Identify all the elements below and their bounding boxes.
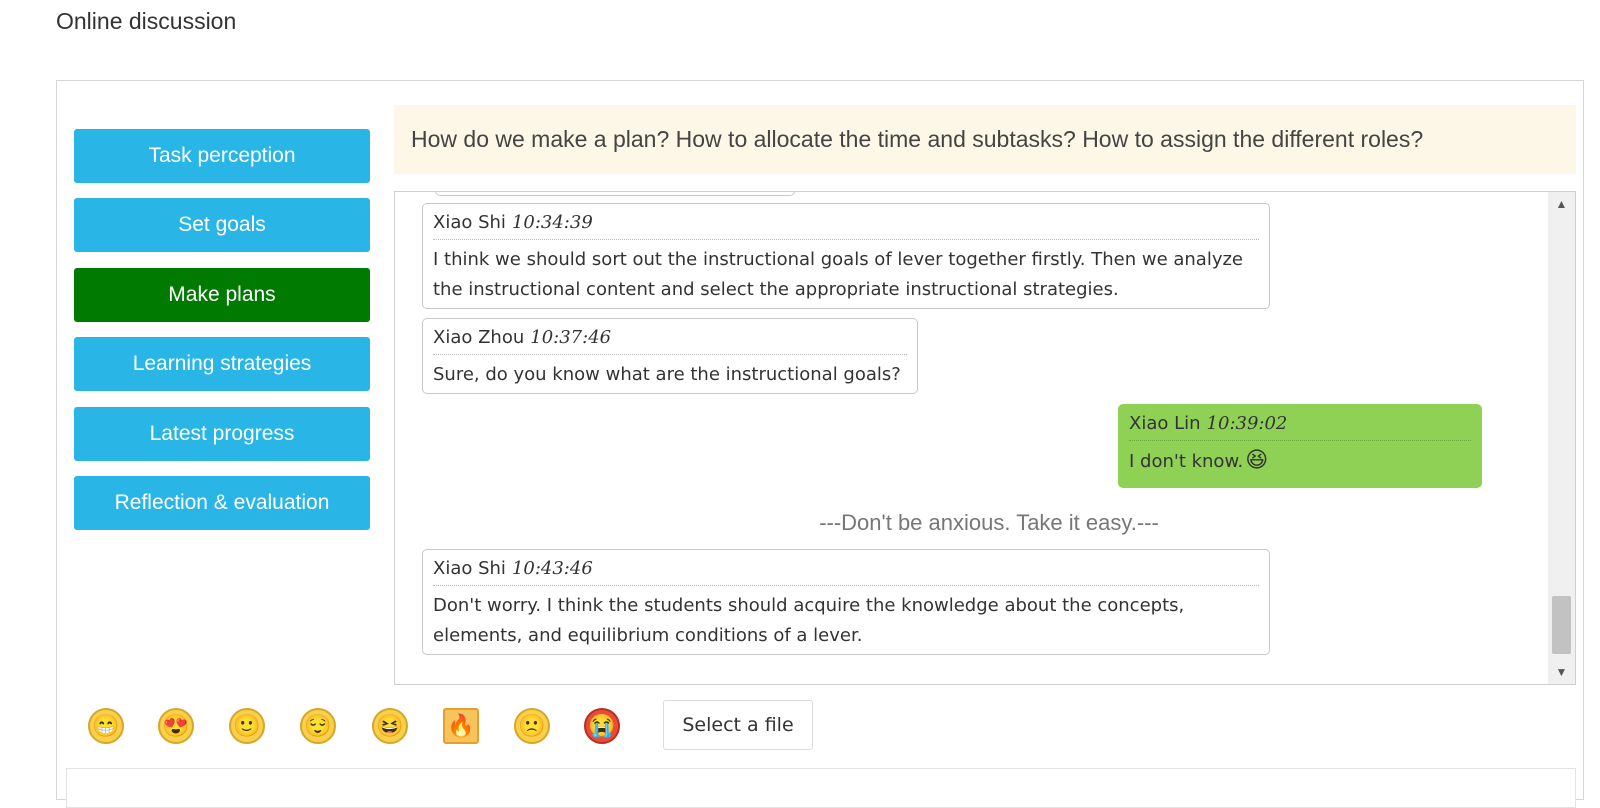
message-author: Xiao Zhou: [433, 327, 525, 348]
question-text: How do we make a plan? How to allocate t…: [411, 126, 1424, 152]
message-header: Xiao Zhou 10:37:46: [433, 327, 907, 355]
sad-face-icon[interactable]: 🙁: [514, 708, 550, 744]
nav-reflection-evaluation-button[interactable]: Reflection & evaluation: [74, 476, 370, 530]
nav-learning-strategies-button[interactable]: Learning strategies: [74, 337, 370, 391]
chat-scrollbar[interactable]: ▲ ▼: [1548, 192, 1575, 684]
scroll-up-icon[interactable]: ▲: [1548, 192, 1575, 216]
message-text-row: I don't know.😆: [1129, 446, 1471, 477]
smiling-face-icon[interactable]: 🙂: [229, 708, 265, 744]
chat-message-partial: [435, 192, 795, 196]
message-header: Xiao Shi 10:34:39: [433, 212, 1259, 240]
message-text: Don't worry. I think the students should…: [433, 595, 1185, 646]
discussion-question: How do we make a plan? How to allocate t…: [394, 105, 1576, 174]
message-author: Xiao Lin: [1129, 413, 1201, 434]
heart-eyes-face-icon[interactable]: 😍: [158, 708, 194, 744]
message-author: Xiao Shi: [433, 212, 506, 233]
page-title: Online discussion: [56, 8, 237, 34]
relieved-face-icon[interactable]: 😌: [300, 708, 336, 744]
chat-message: Xiao Zhou 10:37:46 Sure, do you know what…: [422, 318, 918, 394]
scroll-down-icon[interactable]: ▼: [1548, 660, 1575, 684]
laughing-face-icon[interactable]: 😆: [372, 708, 408, 744]
select-file-button[interactable]: Select a file: [663, 700, 813, 750]
nav-task-perception-button[interactable]: Task perception: [74, 129, 370, 183]
message-author: Xiao Shi: [433, 558, 506, 579]
message-time: 10:39:02: [1206, 413, 1288, 434]
chat-area[interactable]: Xiao Shi 10:34:39 I think we should sort …: [394, 191, 1576, 685]
message-header: Xiao Lin 10:39:02: [1129, 413, 1471, 441]
message-time: 10:34:39: [511, 212, 593, 233]
crying-face-icon[interactable]: 😭: [584, 708, 620, 744]
message-time: 10:43:46: [511, 558, 593, 579]
message-input[interactable]: [66, 768, 1576, 808]
message-text: I don't know.: [1129, 451, 1244, 472]
message-time: 10:37:46: [530, 327, 612, 348]
message-header: Xiao Shi 10:43:46: [433, 558, 1259, 586]
laughing-face-icon: 😆: [1245, 448, 1269, 473]
angry-fire-icon[interactable]: 🔥: [443, 708, 479, 744]
message-text: I think we should sort out the instructi…: [433, 249, 1244, 300]
grinning-face-icon[interactable]: 😁: [88, 708, 124, 744]
message-text: Sure, do you know what are the instructi…: [433, 364, 901, 385]
chat-message-own: Xiao Lin 10:39:02 I don't know.😆: [1118, 404, 1482, 488]
nav-set-goals-button[interactable]: Set goals: [74, 198, 370, 252]
nav-make-plans-button[interactable]: Make plans: [74, 268, 370, 322]
nav-latest-progress-button[interactable]: Latest progress: [74, 407, 370, 461]
system-note: ---Don't be anxious. Take it easy.---: [819, 510, 1159, 535]
scroll-thumb[interactable]: [1552, 596, 1571, 654]
chat-message: Xiao Shi 10:34:39 I think we should sort …: [422, 203, 1270, 309]
chat-message: Xiao Shi 10:43:46 Don't worry. I think th…: [422, 549, 1270, 655]
